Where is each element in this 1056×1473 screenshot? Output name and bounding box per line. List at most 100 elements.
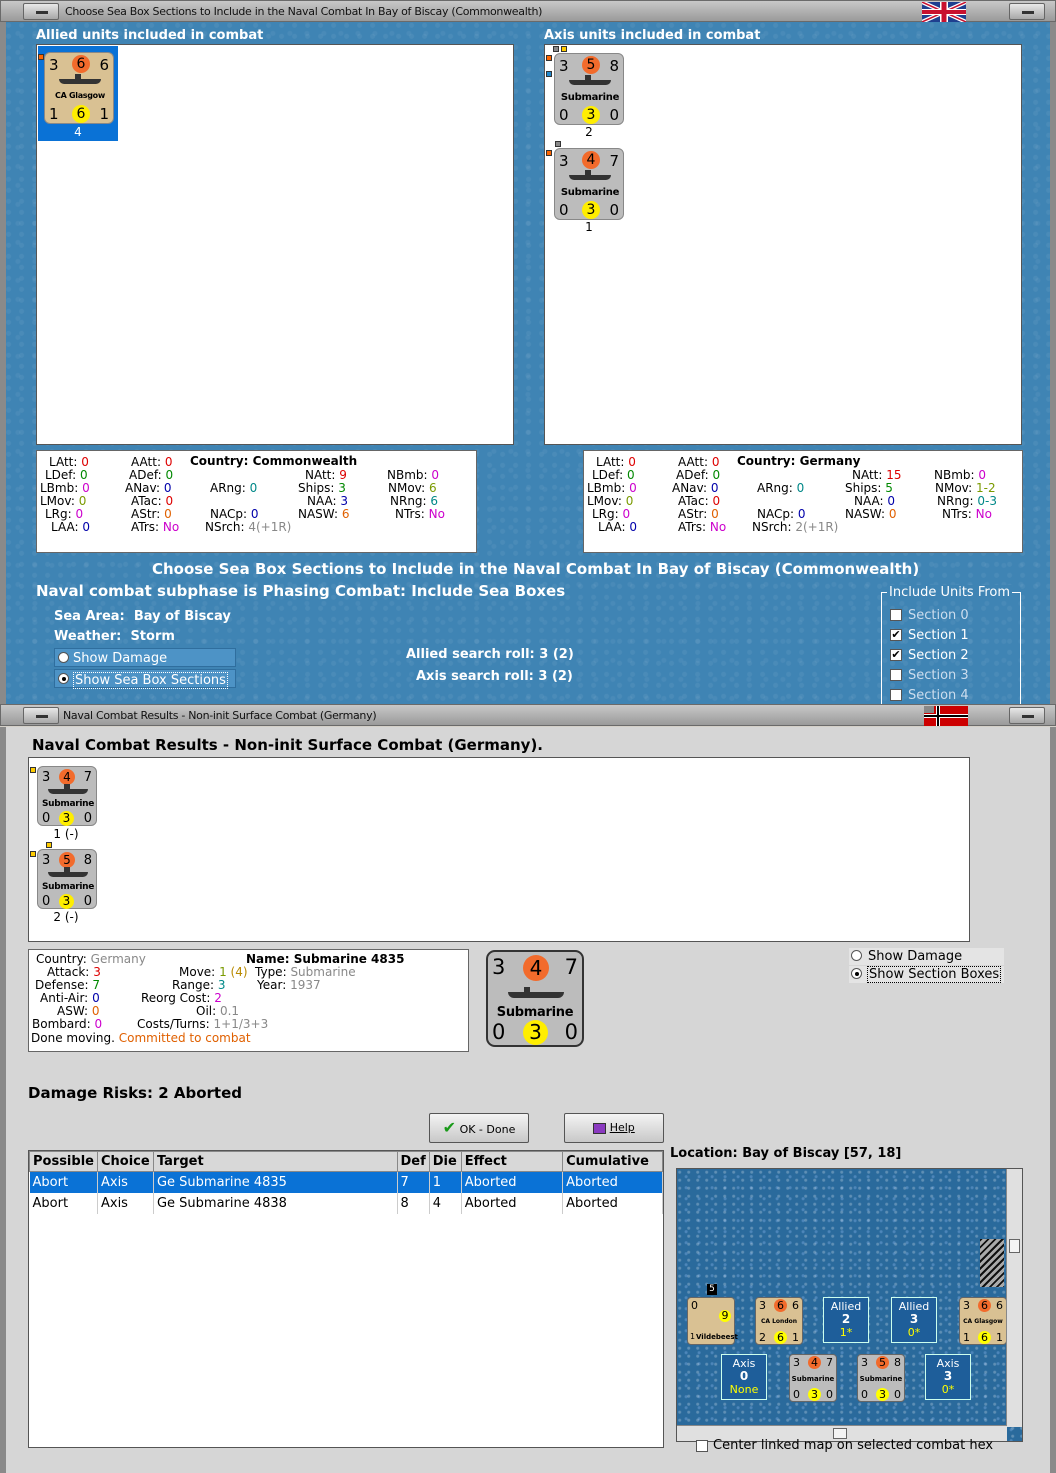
subphase-label: Naval combat subphase is Phasing Combat:… bbox=[36, 582, 566, 600]
column-header[interactable]: Choice bbox=[96, 1151, 154, 1172]
show-damage-label: Show Damage bbox=[73, 651, 168, 666]
window2-title: Naval Combat Results - Non-init Surface … bbox=[63, 709, 377, 722]
counter-factor: 6 bbox=[978, 1299, 991, 1312]
counter-vil-right: 9 bbox=[719, 1310, 731, 1322]
section-option-4[interactable]: Section 4 bbox=[888, 687, 1018, 705]
allied-sea-box-1[interactable]: Allied 2 1* bbox=[823, 1297, 869, 1343]
map-vertical-scrollbar[interactable] bbox=[1006, 1169, 1022, 1427]
map-counter-ca-glasgow[interactable]: 3 6 6 CA Glasgow 1 6 1 bbox=[959, 1297, 1007, 1345]
minimize-button[interactable] bbox=[23, 3, 59, 20]
result-counter-submarine[interactable]: 3 4 7 Submarine 0 3 0 bbox=[37, 766, 97, 826]
allied-sea-box-2[interactable]: Allied 3 0* bbox=[891, 1297, 937, 1343]
column-header[interactable]: Die bbox=[428, 1151, 462, 1172]
counter-yellow: 3 bbox=[59, 811, 74, 826]
column-header[interactable]: Cumulative bbox=[562, 1151, 663, 1172]
result-counter-submarine[interactable]: 3 5 8 Submarine 0 3 0 bbox=[37, 849, 97, 909]
column-header[interactable]: Effect bbox=[460, 1151, 564, 1172]
show-damage-radio[interactable] bbox=[851, 950, 862, 961]
results-table[interactable]: Possible Choice Target Def Die Effect Cumulati… bbox=[29, 1151, 663, 1214]
minimize-button-right[interactable] bbox=[1009, 3, 1045, 20]
unit-section-number: 4 bbox=[74, 125, 82, 139]
counter-bl: 0 bbox=[492, 1020, 506, 1044]
section-option-3[interactable]: Section 3 bbox=[888, 667, 1018, 685]
section-checkbox[interactable] bbox=[890, 669, 902, 681]
counter-defense: 6 bbox=[996, 1299, 1003, 1312]
minimize-icon bbox=[36, 11, 48, 14]
axis-stats-panel: LAtt: 0 LDef: 0 LBmb: 0 LMov: 0 LRg: 0 L… bbox=[583, 450, 1023, 553]
results-table-panel[interactable]: Possible Choice Target Def Die Effect Cumulati… bbox=[28, 1150, 664, 1448]
map-vertical-thumb[interactable] bbox=[1009, 1239, 1020, 1253]
axis-sea-box-1[interactable]: Axis 0 None bbox=[721, 1354, 767, 1400]
show-damage-radio[interactable] bbox=[58, 652, 69, 663]
stat-laa: LAA: 0 bbox=[51, 520, 90, 534]
minimize-icon bbox=[36, 715, 48, 718]
help-book-icon bbox=[593, 1122, 607, 1134]
sea-box-sub: None bbox=[729, 1383, 759, 1396]
unit-counter-submarine[interactable]: 3 5 8 Submarine 0 3 0 bbox=[554, 53, 624, 125]
column-header[interactable]: Def bbox=[396, 1151, 430, 1172]
counter-defense: 8 bbox=[894, 1356, 901, 1369]
counter-defense: 6 bbox=[792, 1299, 799, 1312]
stat-nsrch: NSrch: 4(+1R) bbox=[205, 520, 292, 534]
unit-counter-ca-glasgow[interactable]: 3 6 6 CA Glasgow 1 6 1 bbox=[44, 52, 114, 124]
window1-titlebar[interactable]: Choose Sea Box Sections to Include in th… bbox=[0, 0, 1056, 22]
sea-box-sub: 0* bbox=[907, 1326, 921, 1339]
show-sections-radio[interactable] bbox=[58, 673, 69, 684]
counter-defense: 7 bbox=[826, 1356, 833, 1369]
show-damage-option[interactable]: Show Damage bbox=[54, 648, 236, 667]
counter-yellow: 3 bbox=[808, 1388, 821, 1401]
linked-map[interactable]: 5 0 9 1 Vildebeest 3 6 6 CA London 2 6 1… bbox=[676, 1168, 1023, 1442]
map-counter-submarine[interactable]: 3 4 7 Submarine 0 3 0 bbox=[789, 1354, 837, 1402]
counter-br: 0 bbox=[609, 106, 619, 124]
sea-box-heading: Choose Sea Box Sections to Include in th… bbox=[152, 560, 920, 578]
counter-factor: 4 bbox=[582, 151, 600, 169]
show-sections-radio[interactable] bbox=[851, 968, 862, 979]
section-option-0[interactable]: Section 0 bbox=[888, 607, 1018, 625]
axis-units-panel[interactable]: 3 5 8 Submarine 0 3 0 2 3 4 7 Submarine … bbox=[544, 44, 1022, 445]
center-map-checkbox[interactable] bbox=[696, 1440, 708, 1452]
section-checkbox[interactable]: ✔ bbox=[890, 629, 902, 641]
minimize-button-right[interactable] bbox=[1009, 707, 1045, 724]
table-cell: Ge Submarine 4838 bbox=[153, 1192, 398, 1214]
unit-counter-submarine[interactable]: 3 4 7 Submarine 0 3 0 bbox=[554, 148, 624, 220]
show-sections-label: Show Sea Box Sections bbox=[73, 672, 228, 689]
map-counter-submarine[interactable]: 3 5 8 Submarine 0 3 0 bbox=[857, 1354, 905, 1402]
counter-bl: 0 bbox=[861, 1388, 868, 1401]
unit-marker-icon bbox=[546, 71, 552, 77]
window2-titlebar[interactable]: Naval Combat Results - Non-init Surface … bbox=[0, 704, 1056, 726]
counter-name: Submarine bbox=[496, 1005, 574, 1020]
table-cell: 4 bbox=[429, 1192, 462, 1214]
show-sea-box-sections-option[interactable]: Show Sea Box Sections bbox=[54, 669, 236, 689]
section-checkbox[interactable] bbox=[890, 689, 902, 701]
section-checkbox[interactable] bbox=[890, 609, 902, 621]
section-option-1[interactable]: ✔ Section 1 bbox=[888, 627, 1018, 645]
section-option-2[interactable]: ✔ Section 2 bbox=[888, 647, 1018, 665]
show-section-boxes-option[interactable]: Show Section Boxes bbox=[849, 966, 1004, 983]
table-row[interactable]: Abort Axis Ge Submarine 4835 7 1 Aborted Abort… bbox=[29, 1171, 663, 1193]
help-button[interactable]: Help bbox=[564, 1113, 664, 1143]
counter-defense: 6 bbox=[99, 56, 109, 74]
show-damage-label: Show Damage bbox=[868, 949, 963, 964]
center-map-label: Center linked map on selected combat hex bbox=[713, 1438, 994, 1453]
table-cell: Axis bbox=[97, 1192, 154, 1214]
table-cell: Abort bbox=[29, 1171, 98, 1193]
results-units-panel[interactable]: 3 4 7 Submarine 0 3 0 1 (-) 3 5 8 Submar… bbox=[28, 757, 970, 942]
show-damage-option[interactable]: Show Damage bbox=[849, 948, 1004, 965]
map-counter-vildebeest[interactable]: 0 9 1 Vildebeest bbox=[687, 1297, 738, 1345]
axis-sea-box-2[interactable]: Axis 3 0* bbox=[925, 1354, 971, 1400]
counter-attack: 3 bbox=[759, 1299, 766, 1312]
column-header[interactable]: Target bbox=[152, 1151, 398, 1172]
allied-units-panel[interactable]: 3 6 6 CA Glasgow 1 6 1 4 bbox=[36, 44, 514, 445]
counter-yellow: 3 bbox=[59, 894, 74, 909]
submarine-icon bbox=[569, 170, 611, 180]
counter-bl: 0 bbox=[42, 811, 51, 826]
ok-done-button[interactable]: ✔ OK - Done bbox=[429, 1113, 529, 1143]
map-counter-ca-london[interactable]: 3 6 6 CA London 2 6 1 bbox=[755, 1297, 803, 1345]
minimize-button[interactable] bbox=[23, 707, 59, 724]
column-header[interactable]: Possible bbox=[29, 1151, 98, 1172]
section-label: Section 2 bbox=[908, 648, 969, 663]
table-cell: 8 bbox=[397, 1192, 430, 1214]
unit-status: 2 (-) bbox=[53, 910, 79, 924]
table-row[interactable]: Abort Axis Ge Submarine 4838 8 4 Aborted Abort… bbox=[29, 1192, 663, 1214]
section-checkbox[interactable]: ✔ bbox=[890, 649, 902, 661]
